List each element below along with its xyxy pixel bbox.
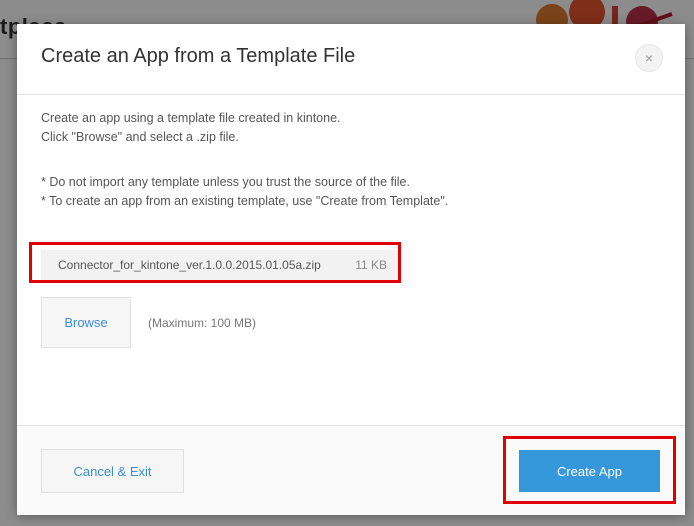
max-size-note: (Maximum: 100 MB): [148, 316, 257, 330]
cancel-exit-button[interactable]: Cancel & Exit: [41, 449, 184, 493]
create-app-from-template-dialog: Create an App from a Template File × Cre…: [17, 24, 685, 515]
warning-line-1: * Do not import any template unless you …: [41, 175, 410, 189]
description-line-1: Create an app using a template file crea…: [41, 111, 341, 125]
dialog-header: Create an App from a Template File ×: [17, 24, 685, 95]
dialog-title: Create an App from a Template File: [41, 45, 356, 67]
close-icon: ×: [644, 50, 654, 66]
warning-line-2: * To create an app from an existing temp…: [41, 194, 449, 208]
description-line-2: Click "Browse" and select a .zip file.: [41, 130, 239, 144]
browse-button[interactable]: Browse: [41, 297, 131, 348]
close-button[interactable]: ×: [635, 44, 663, 72]
file-highlight-box: [29, 242, 401, 283]
create-app-highlight-box: [503, 436, 676, 504]
